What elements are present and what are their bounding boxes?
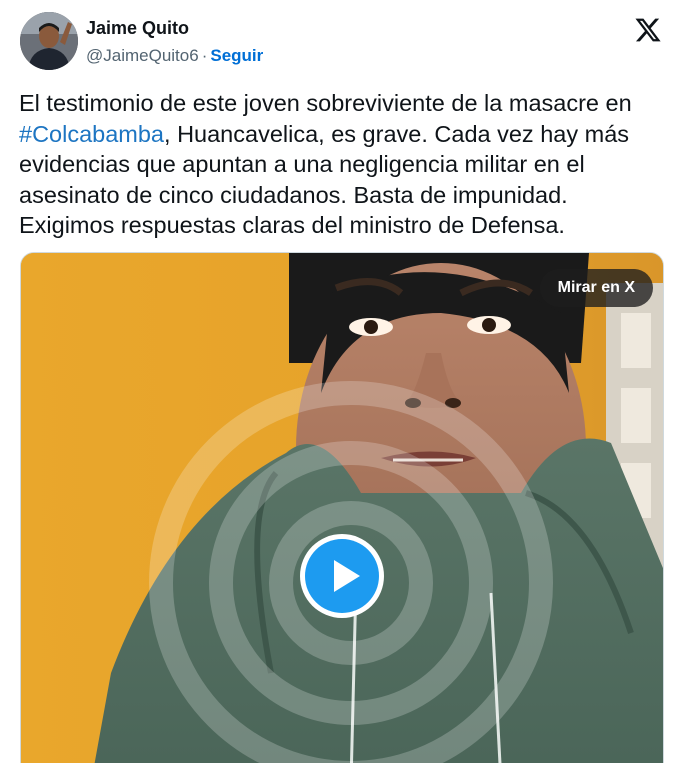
author-name[interactable]: Jaime Quito <box>86 18 189 39</box>
author-handle[interactable]: @JaimeQuito6 <box>86 46 199 65</box>
avatar[interactable] <box>20 12 78 70</box>
x-logo-icon[interactable] <box>634 16 662 44</box>
play-button[interactable] <box>300 534 384 618</box>
hashtag-link[interactable]: #Colcabamba <box>19 121 164 147</box>
tweet-header: Jaime Quito @JaimeQuito6 · Seguir <box>20 12 666 74</box>
play-icon <box>305 539 379 613</box>
tweet-text: El testimonio de este joven sobrevivient… <box>19 88 669 241</box>
follow-button[interactable]: Seguir <box>210 46 263 65</box>
tweet-text-start: El testimonio de este joven sobrevivient… <box>19 90 632 116</box>
separator-dot: · <box>201 46 208 65</box>
watch-on-x-button[interactable]: Mirar en X <box>539 269 653 307</box>
video-player[interactable]: Mirar en X <box>20 252 664 763</box>
video-thumbnail <box>21 253 663 763</box>
author-handle-line: @JaimeQuito6 · Seguir <box>86 46 263 66</box>
avatar-image <box>20 12 78 70</box>
